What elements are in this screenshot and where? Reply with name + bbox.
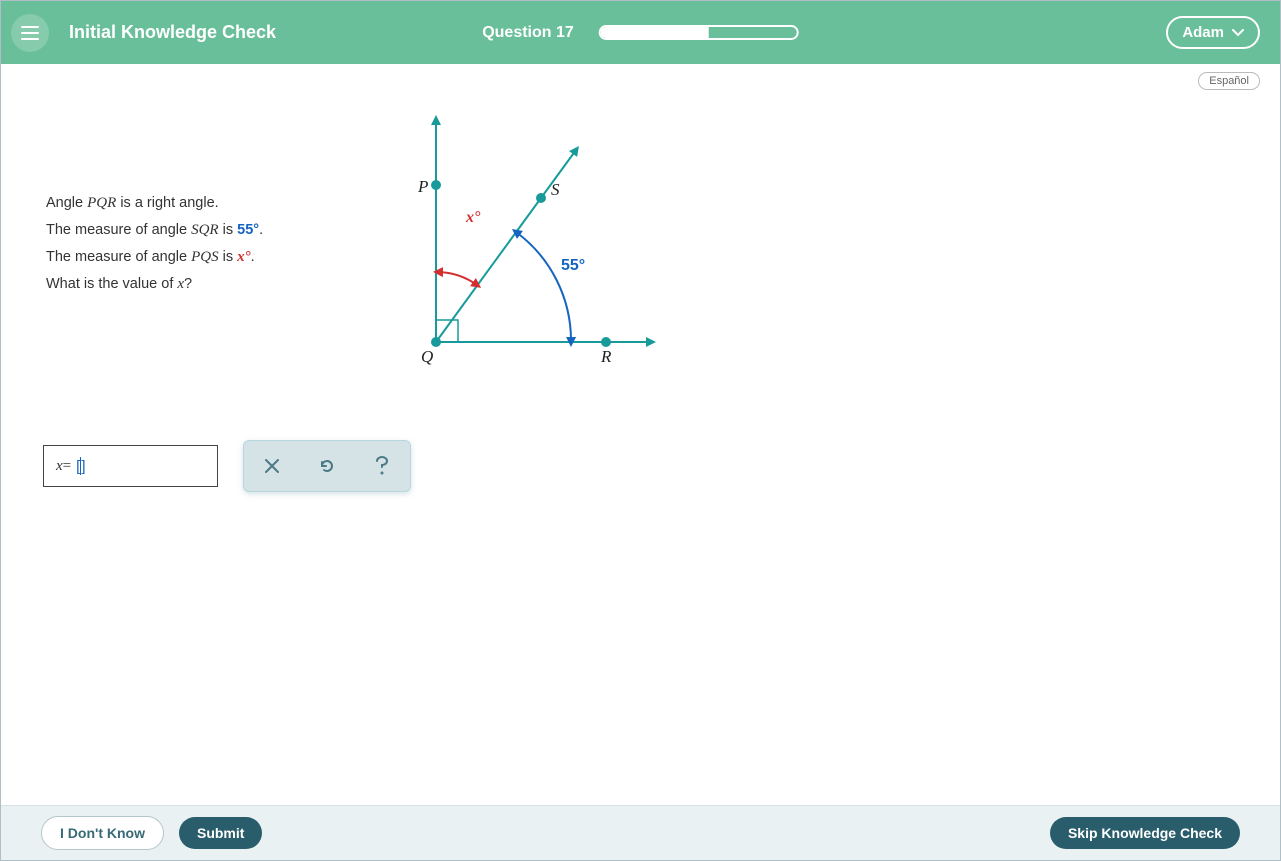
skip-knowledge-check-button[interactable]: Skip Knowledge Check: [1050, 817, 1240, 849]
hamburger-icon: [21, 26, 39, 40]
language-toggle[interactable]: Español: [1198, 72, 1260, 90]
label-Q: Q: [421, 347, 433, 366]
problem-statement: Angle PQR is a right angle. The measure …: [46, 110, 346, 410]
text: The measure of angle: [46, 222, 191, 238]
angle-name: SQR: [191, 222, 219, 238]
text: is: [219, 249, 238, 265]
text: Angle: [46, 195, 87, 211]
i-dont-know-button[interactable]: I Don't Know: [41, 816, 164, 850]
answer-input-box[interactable]: x = []: [43, 445, 218, 487]
angle-55-label: 55°: [561, 257, 585, 274]
text: .: [251, 249, 255, 265]
undo-button[interactable]: [317, 456, 337, 476]
help-button[interactable]: [372, 456, 392, 476]
angle-value: x°: [237, 249, 251, 265]
label-R: R: [600, 347, 612, 366]
page-title: Initial Knowledge Check: [69, 22, 276, 43]
label-P: P: [417, 177, 428, 196]
answer-input-field[interactable]: []: [76, 457, 85, 475]
x-icon: [264, 458, 280, 474]
text: is a right angle.: [116, 195, 218, 211]
question-number-label: Question 17: [482, 24, 574, 42]
angle-name: PQS: [191, 249, 219, 265]
angle-value: 55°: [237, 222, 259, 238]
clear-button[interactable]: [262, 456, 282, 476]
angle-name: PQR: [87, 195, 116, 211]
progress-fill: [601, 27, 709, 38]
answer-var: x: [56, 458, 63, 475]
submit-button[interactable]: Submit: [179, 817, 262, 849]
text: .: [259, 222, 263, 238]
text: is: [219, 222, 238, 238]
undo-icon: [318, 457, 336, 475]
user-menu[interactable]: Adam: [1166, 16, 1260, 49]
answer-eq: =: [63, 458, 71, 475]
label-S: S: [551, 180, 560, 199]
menu-button[interactable]: [11, 14, 49, 52]
app-header: Initial Knowledge Check Question 17 Adam: [1, 1, 1280, 64]
angle-x-label: x°: [465, 209, 481, 226]
user-name: Adam: [1182, 24, 1224, 41]
footer-bar: I Don't Know Submit Skip Knowledge Check: [1, 805, 1280, 860]
toolbar: [243, 440, 411, 492]
header-center: Question 17: [482, 24, 799, 42]
question-icon: [373, 455, 391, 477]
text: What is the value of x?: [46, 276, 192, 292]
text: The measure of angle: [46, 249, 191, 265]
progress-bar: [599, 25, 799, 40]
geometry-diagram: P Q R S x° 55°: [366, 110, 666, 410]
chevron-down-icon: [1232, 29, 1244, 37]
